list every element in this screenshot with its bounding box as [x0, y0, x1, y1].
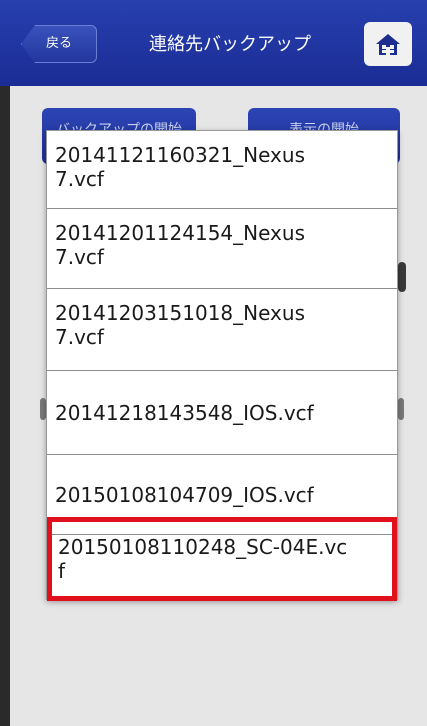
background-control-edge	[398, 262, 406, 292]
file-list-item[interactable]: 20141203151018_Nexus 7.vcf	[47, 289, 397, 371]
back-button[interactable]: 戻る	[21, 25, 97, 63]
file-name: 20141201124154_Nexus 7.vcf	[55, 221, 305, 269]
file-list-item[interactable]: 20141201124154_Nexus 7.vcf	[47, 209, 397, 289]
side-strip	[0, 86, 10, 726]
background-control-edge	[398, 398, 404, 420]
file-selection-dropdown: 20141121160321_Nexus 7.vcf 2014120112415…	[46, 130, 398, 601]
file-name: 20141203151018_Nexus 7.vcf	[55, 301, 305, 349]
file-name: 20150108110248_SC-04E.vc f	[58, 535, 348, 583]
home-button[interactable]	[364, 22, 412, 66]
home-icon	[376, 34, 400, 55]
file-list-item[interactable]: 20141121160321_Nexus 7.vcf	[47, 131, 397, 209]
file-name: 20141218143548_IOS.vcf	[55, 400, 314, 425]
file-name: 20150108104709_IOS.vcf	[55, 482, 314, 507]
file-list-item-selected[interactable]: 20150108110248_SC-04E.vc f	[47, 517, 397, 601]
page-title: 連絡先バックアップ	[149, 34, 311, 55]
file-list-item[interactable]: 20141218143548_IOS.vcf	[47, 371, 397, 455]
app-header: 戻る 連絡先バックアップ	[0, 0, 427, 86]
file-name: 20141121160321_Nexus 7.vcf	[55, 143, 305, 191]
